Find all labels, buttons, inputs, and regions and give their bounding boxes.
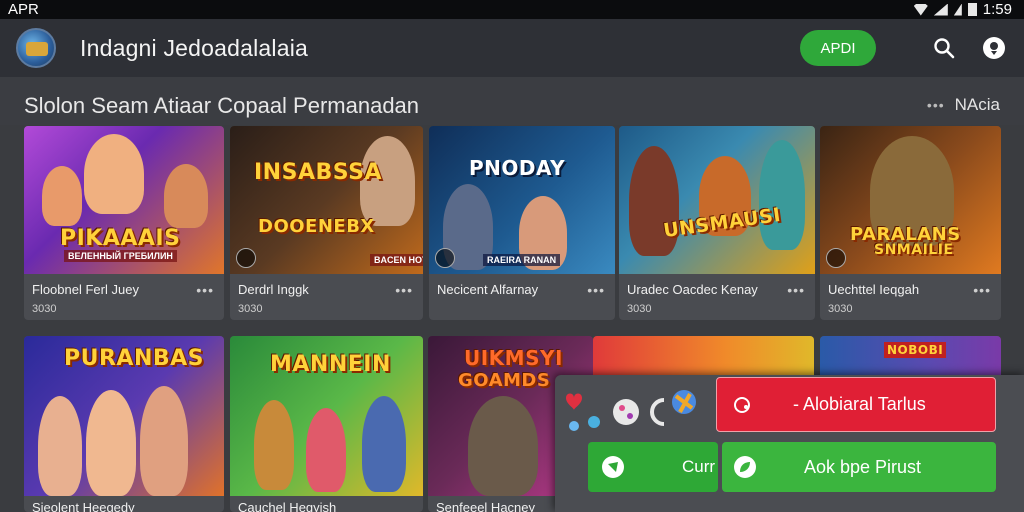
thumb-subtitle: BACEN HOTPAM (370, 254, 423, 266)
game-name: Cauchel Heqyish (238, 500, 337, 512)
search-icon[interactable] (930, 34, 958, 62)
more-options-icon[interactable]: ••• (787, 282, 805, 298)
thumb-subtitle: RAEIRA RANAN (483, 254, 561, 266)
game-card[interactable]: INSABSSA DOOENEBX BACEN HOTPAM Derdrl In… (230, 126, 423, 320)
heart-icon (566, 393, 582, 410)
continue-button[interactable]: Curr (588, 442, 718, 492)
game-card[interactable]: PARALANS SNMAILIE Uechttel Ieqgah 3030 •… (820, 126, 1001, 320)
battery-icon (967, 3, 977, 16)
game-card[interactable]: MANNEIN Cauchel Heqyish (230, 336, 423, 512)
thumb-title-2: DOOENEBX (258, 216, 375, 237)
link-icon (734, 396, 750, 413)
game-card[interactable]: UNSMAUSI Uradec Oacdec Kenay 3030 ••• (619, 126, 815, 320)
badge-icon (435, 248, 455, 268)
thumb-title-2: GOAMDS (458, 370, 551, 391)
confirm-label: Aok bpe Pirust (804, 456, 922, 477)
game-thumbnail: INSABSSA DOOENEBX BACEN HOTPAM (230, 126, 423, 274)
game-thumbnail: MANNEIN (230, 336, 423, 496)
arrow-icon (602, 456, 624, 478)
thumb-title: MANNEIN (270, 352, 391, 377)
section-header: Slolon Seam Atiaar Copaal Permanadan •••… (0, 77, 1024, 125)
game-name: Necicent Alfarnay (437, 282, 539, 297)
game-name: Floobnel Ferl Juey (32, 282, 139, 297)
game-name: Sieolent Heegedy (32, 500, 135, 512)
game-name: Derdrl Inggk (238, 282, 309, 297)
game-thumbnail: UNSMAUSI (619, 126, 815, 274)
section-title: Slolon Seam Atiaar Copaal Permanadan (24, 93, 420, 118)
more-label: NAcia (954, 95, 1000, 114)
thumb-title-2: SNMAILIE (874, 242, 954, 258)
alert-action-button[interactable]: - Alobiaral Tarlus (716, 377, 996, 432)
game-thumbnail: PNODAY RAEIRA RANAN (429, 126, 615, 274)
wifi-icon (913, 3, 928, 16)
thumb-title: UIKMSYI (464, 346, 563, 370)
leaf-icon (734, 456, 756, 478)
game-thumbnail: PARALANS SNMAILIE (820, 126, 1001, 274)
game-card[interactable]: PIKAAAIS ВЕЛЕННЫЙ ГРЕБИЛИН Floobnel Ferl… (24, 126, 224, 320)
game-sub: 3030 (238, 303, 263, 315)
status-carrier: APR (8, 1, 39, 18)
badge-icon (826, 248, 846, 268)
game-name: Senfeeel Hacney (436, 500, 536, 512)
continue-label: Curr (682, 457, 716, 476)
signal-icon (933, 3, 948, 16)
game-name: Uechttel Ieqgah (828, 282, 920, 297)
thumb-title: INSABSSA (254, 160, 382, 185)
app-title: Indagni Jedoadalalaia (80, 34, 309, 61)
more-options-icon[interactable]: ••• (973, 282, 991, 298)
confirm-button[interactable]: Aok bpe Pirust (722, 442, 996, 492)
thumb-title: NOBOBI (884, 342, 947, 358)
game-card[interactable]: PURANBAS Sieolent Heegedy (24, 336, 224, 512)
signal-icon-2 (953, 3, 962, 16)
app-logo[interactable] (16, 28, 56, 68)
reaction-icons (560, 386, 710, 436)
add-button[interactable]: AРDI (800, 30, 876, 66)
thumb-title: PIKAAAIS (60, 226, 181, 251)
game-sub: 3030 (828, 303, 853, 315)
more-options-icon[interactable]: ••• (395, 282, 413, 298)
alert-action-label: - Alobiaral Tarlus (793, 394, 926, 414)
status-bar: APR 1:59 (0, 0, 1024, 19)
game-thumbnail: PIKAAAIS ВЕЛЕННЫЙ ГРЕБИЛИН (24, 126, 224, 274)
thumb-title: PURANBAS (64, 346, 205, 371)
game-sub: 3030 (32, 303, 57, 315)
status-time: 1:59 (982, 1, 1012, 18)
badge-icon (236, 248, 256, 268)
more-options-icon[interactable]: ••• (196, 282, 214, 298)
thumb-subtitle: ВЕЛЕННЫЙ ГРЕБИЛИН (64, 250, 177, 262)
app-bar: Indagni Jedoadalalaia AРDI (0, 19, 1024, 77)
more-dots: ••• (926, 97, 945, 113)
more-link[interactable]: ••• NAcia (927, 95, 1000, 115)
thumb-title: PNODAY (469, 156, 566, 180)
game-sub: 3030 (627, 303, 652, 315)
profile-icon[interactable] (980, 34, 1008, 62)
star-icon (588, 416, 600, 428)
game-card[interactable]: PNODAY RAEIRA RANAN Necicent Alfarnay ••… (429, 126, 615, 320)
game-thumbnail: PURANBAS (24, 336, 224, 496)
more-options-icon[interactable]: ••• (587, 282, 605, 298)
status-icons: 1:59 (913, 1, 1012, 18)
game-name: Uradec Oacdec Kenay (627, 282, 758, 297)
